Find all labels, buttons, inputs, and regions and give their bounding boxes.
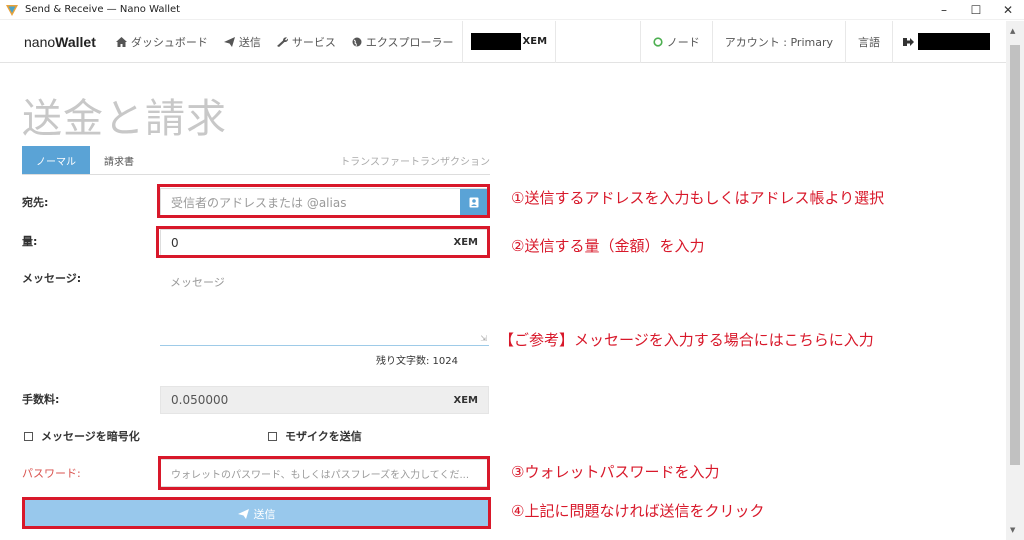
redacted-wallet-name	[918, 33, 990, 50]
recipient-label: 宛先:	[22, 196, 49, 209]
top-navbar: nanoWallet ダッシュボード 送信 サービス エクスプローラー XEM …	[0, 20, 1006, 63]
password-label: パスワード:	[22, 467, 81, 480]
mode-tabs: ノーマル 請求書 トランスファートランザクション	[22, 146, 490, 175]
recipient-placeholder: 受信者のアドレスまたは @alias	[171, 195, 347, 210]
password-input[interactable]: ウォレットのパスワード、もしくはパスフレーズを入力してくだ...	[160, 459, 489, 487]
window-title: Send & Receive — Nano Wallet	[25, 4, 181, 15]
checkbox-icon[interactable]	[24, 431, 33, 441]
nav-account[interactable]: アカウント : Primary	[713, 21, 845, 63]
fee-field: 0.050000 XEM	[160, 386, 489, 414]
annotation-message-note: 【ご参考】メッセージを入力する場合にはこちらに入力	[499, 331, 874, 349]
page-title: 送金と請求	[22, 96, 227, 142]
message-label: メッセージ:	[22, 272, 82, 285]
nav-explorer-label: エクスプローラー	[365, 35, 454, 49]
encrypt-label: メッセージを暗号化	[41, 430, 140, 443]
wrench-icon	[276, 36, 288, 47]
brand-logo[interactable]: nanoWallet	[0, 34, 108, 50]
close-button[interactable]: ✕	[992, 0, 1024, 20]
globe-icon	[352, 37, 362, 46]
tab-invoice[interactable]: 請求書	[90, 146, 148, 174]
window-titlebar: Send & Receive — Nano Wallet – ☐ ✕	[0, 0, 1024, 20]
scroll-up-icon[interactable]: ▲	[1010, 27, 1015, 35]
sign-out-icon	[903, 37, 914, 46]
address-book-button[interactable]	[460, 189, 488, 215]
paper-plane-icon	[223, 36, 235, 47]
message-placeholder: メッセージ	[170, 276, 225, 289]
nav-send[interactable]: 送信	[216, 21, 269, 63]
annotation-step1: ①送信するアドレスを入力もしくはアドレス帳より選択	[511, 189, 885, 207]
maximize-button[interactable]: ☐	[960, 0, 992, 20]
annotation-step3: ③ウォレットパスワードを入力	[511, 463, 720, 481]
amount-unit: XEM	[453, 237, 479, 248]
checkbox-icon[interactable]	[268, 431, 277, 441]
message-textarea[interactable]: メッセージ ⇲	[160, 266, 489, 346]
resize-grip-icon[interactable]: ⇲	[480, 334, 487, 343]
nav-node[interactable]: ノード	[641, 21, 712, 63]
paper-plane-icon	[237, 508, 249, 519]
nav-language[interactable]: 言語	[846, 21, 892, 63]
minimize-button[interactable]: –	[928, 0, 960, 20]
nav-services[interactable]: サービス	[269, 21, 344, 63]
mosaic-label: モザイクを送信	[285, 430, 362, 443]
home-icon	[115, 36, 127, 47]
nav-dashboard[interactable]: ダッシュボード	[108, 21, 216, 63]
recipient-input[interactable]: 受信者のアドレスまたは @alias	[160, 188, 489, 216]
nav-send-label: 送信	[238, 35, 261, 49]
redacted-balance	[470, 33, 521, 50]
nav-balance: XEM	[463, 21, 556, 63]
amount-value: 0	[171, 235, 179, 250]
fee-value: 0.050000	[171, 393, 229, 407]
scrollbar[interactable]: ▲ ▼	[1006, 21, 1024, 540]
fee-label: 手数料:	[22, 393, 60, 406]
tab-normal[interactable]: ノーマル	[22, 146, 90, 174]
nav-node-label: ノード	[666, 35, 700, 49]
password-placeholder: ウォレットのパスワード、もしくはパスフレーズを入力してくだ...	[171, 469, 470, 481]
send-label: 送信	[253, 507, 276, 521]
nav-explorer[interactable]: エクスプローラー	[344, 21, 462, 63]
node-status-icon	[653, 36, 663, 47]
annotation-step2: ②送信する量（金額）を入力	[511, 237, 705, 255]
nav-dashboard-label: ダッシュボード	[130, 35, 208, 49]
send-mosaic-checkbox[interactable]: モザイクを送信	[268, 428, 362, 444]
nem-logo-icon	[6, 4, 18, 16]
transfer-transaction-label: トランスファートランザクション	[340, 156, 490, 168]
amount-label: 量:	[22, 235, 38, 248]
scroll-down-icon[interactable]: ▼	[1010, 526, 1015, 534]
balance-unit: XEM	[522, 36, 548, 47]
fee-unit: XEM	[453, 394, 479, 406]
send-button[interactable]: 送信	[24, 500, 489, 527]
annotation-step4: ④上記に問題なければ送信をクリック	[511, 502, 765, 520]
contact-book-icon	[469, 197, 479, 207]
encrypt-message-checkbox[interactable]: メッセージを暗号化	[24, 428, 140, 444]
nav-logout[interactable]	[893, 21, 1006, 63]
scrollbar-thumb[interactable]	[1010, 45, 1020, 465]
nav-services-label: サービス	[291, 35, 336, 49]
amount-input[interactable]: 0 XEM	[160, 229, 489, 256]
chars-remaining: 残り文字数: 1024	[376, 356, 458, 367]
